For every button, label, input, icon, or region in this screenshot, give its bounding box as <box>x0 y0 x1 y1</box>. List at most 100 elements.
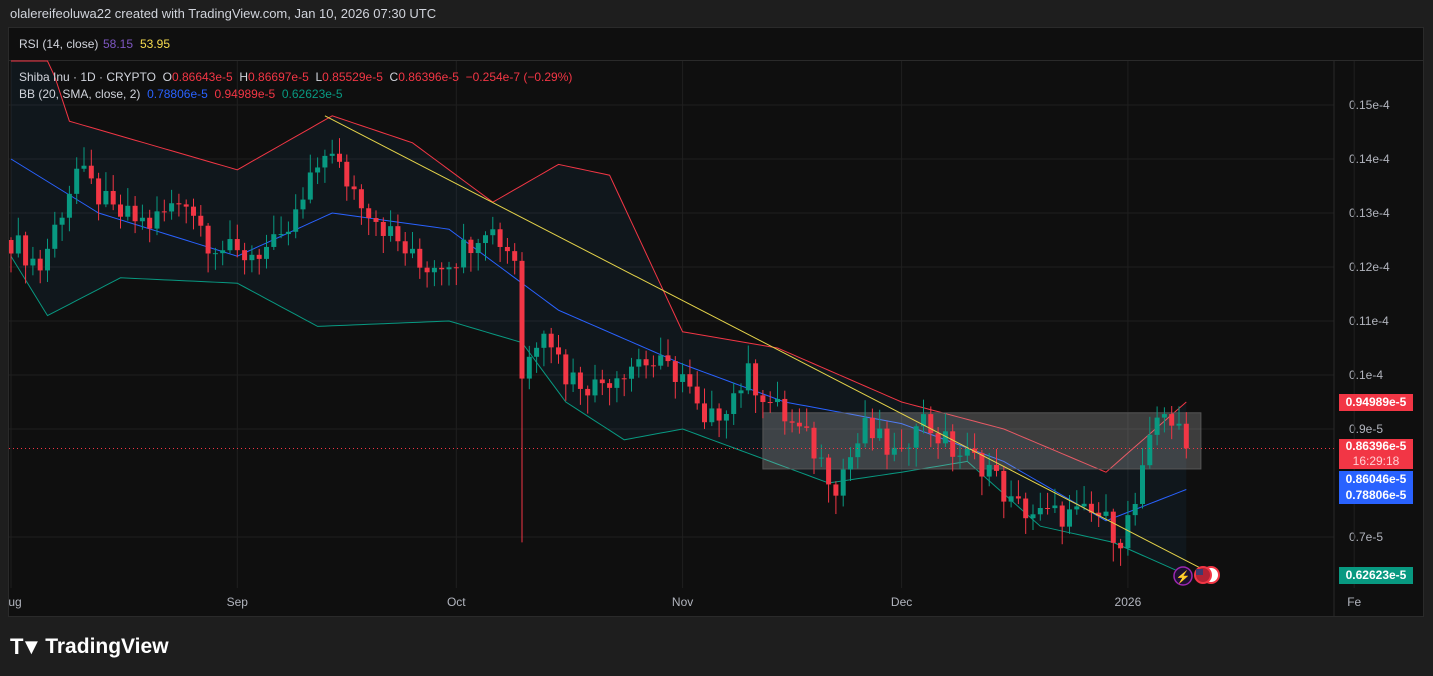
candle-body <box>826 457 832 485</box>
chart-legend: Shiba Inu · 1D · CRYPTO O0.86643e-5 H0.8… <box>19 69 572 103</box>
candle-body <box>519 260 525 379</box>
candle-body <box>1140 465 1145 505</box>
candle-body <box>775 398 780 403</box>
change-value: −0.254e-7 (−0.29%) <box>465 70 573 84</box>
open-value: 0.86643e-5 <box>171 70 233 84</box>
candle-body <box>935 433 941 444</box>
candle-body <box>1030 514 1036 519</box>
candle-body <box>88 165 94 179</box>
candle-body <box>818 457 824 459</box>
candle-body <box>1110 511 1116 543</box>
candle-body <box>373 218 379 222</box>
x-tick-label: 2026 <box>1115 595 1142 609</box>
candle-body <box>475 243 481 254</box>
candle-body <box>183 204 189 207</box>
candle-body <box>191 206 196 216</box>
candle-body <box>176 203 182 205</box>
candle-body <box>716 408 722 421</box>
candle-body <box>1074 506 1080 510</box>
candle-body <box>607 383 613 388</box>
candle-body <box>599 379 605 384</box>
candle-body <box>1008 496 1014 502</box>
tradingview-logo[interactable]: T▼ TradingView <box>10 634 169 660</box>
candle-body <box>504 246 510 252</box>
candle-body <box>132 205 138 222</box>
candle-body <box>1176 423 1182 426</box>
candle-body <box>315 167 321 173</box>
bb-lower-value: 0.62623e-5 <box>281 87 343 101</box>
candle-body <box>300 199 306 210</box>
candle-body <box>110 190 116 205</box>
candle-body <box>702 403 707 423</box>
candle-body <box>96 178 102 205</box>
bb-label[interactable]: BB (20, SMA, close, 2) <box>19 87 140 101</box>
candle-body <box>884 428 890 455</box>
low-value: 0.85529e-5 <box>322 70 383 84</box>
candle-body <box>672 361 678 382</box>
candle-body <box>220 250 226 254</box>
candle-body <box>278 234 284 236</box>
candle-body <box>139 217 145 222</box>
y-tick-label: 0.15e-4 <box>1349 98 1390 112</box>
candle-body <box>709 408 715 423</box>
trend-line <box>324 115 1209 573</box>
candle-body <box>395 226 401 242</box>
candle-body <box>913 426 919 448</box>
candle-body <box>592 379 598 396</box>
candle-body <box>1118 542 1124 549</box>
candle-body <box>680 374 686 382</box>
candle-body <box>497 229 503 247</box>
candle-body <box>1045 507 1051 509</box>
chart-attribution: olalereifeoluwa22 created with TradingVi… <box>10 6 437 21</box>
candle-body <box>337 153 342 162</box>
x-tick-label: Nov <box>672 595 693 609</box>
candle-body <box>366 208 372 219</box>
x-tick-label: Aug <box>9 595 22 609</box>
x-tick-label: Dec <box>891 595 912 609</box>
candle-body <box>490 229 496 236</box>
bb-mid-price-label: 0.78806e-5 <box>1339 487 1413 504</box>
candle-body <box>840 469 846 496</box>
candle-body <box>957 455 963 457</box>
chart-frame[interactable]: RSI (14, close) 58.15 53.95 0.15e-4 0.14e… <box>8 27 1424 617</box>
candle-body <box>767 402 773 404</box>
candle-body <box>964 448 970 456</box>
candle-body <box>15 235 21 254</box>
candle-body <box>293 209 299 232</box>
candle-body <box>242 250 248 261</box>
candle-body <box>1052 505 1058 509</box>
candle-body <box>629 366 634 379</box>
candle-body <box>1081 503 1087 507</box>
candle-body <box>1059 505 1065 527</box>
symbol-label[interactable]: Shiba Inu · 1D · CRYPTO <box>19 70 156 84</box>
candle-body <box>636 359 642 367</box>
candle-body <box>161 211 167 213</box>
candle-body <box>694 386 700 404</box>
candle-body <box>833 484 839 496</box>
bb-lower-price-label: 0.62623e-5 <box>1339 567 1413 584</box>
candle-body <box>570 372 576 385</box>
candle-body <box>388 226 394 236</box>
candle-body <box>577 372 583 389</box>
candle-body <box>103 190 109 205</box>
candle-body <box>811 427 817 459</box>
candle-body <box>891 447 897 455</box>
candle-body <box>1023 498 1029 519</box>
candle-body <box>453 267 459 269</box>
candle-body <box>125 205 131 217</box>
bar-countdown: 16:29:18 <box>1352 454 1400 468</box>
close-value: 0.86396e-5 <box>398 70 459 84</box>
candle-body <box>526 356 532 379</box>
candle-body <box>9 240 14 254</box>
candle-body <box>1132 504 1138 516</box>
candle-body <box>665 355 671 362</box>
candle-body <box>410 248 415 254</box>
price-chart[interactable]: 0.15e-40.14e-40.13e-40.12e-40.11e-40.1e-… <box>9 28 1423 616</box>
y-tick-label: 0.11e-4 <box>1349 314 1389 328</box>
bb-upper-value: 0.94989e-5 <box>214 87 276 101</box>
candle-body <box>23 235 29 266</box>
candle-body <box>249 254 255 261</box>
candle-body <box>483 235 488 244</box>
candle-body <box>227 239 233 251</box>
high-value: 0.86697e-5 <box>248 70 309 84</box>
